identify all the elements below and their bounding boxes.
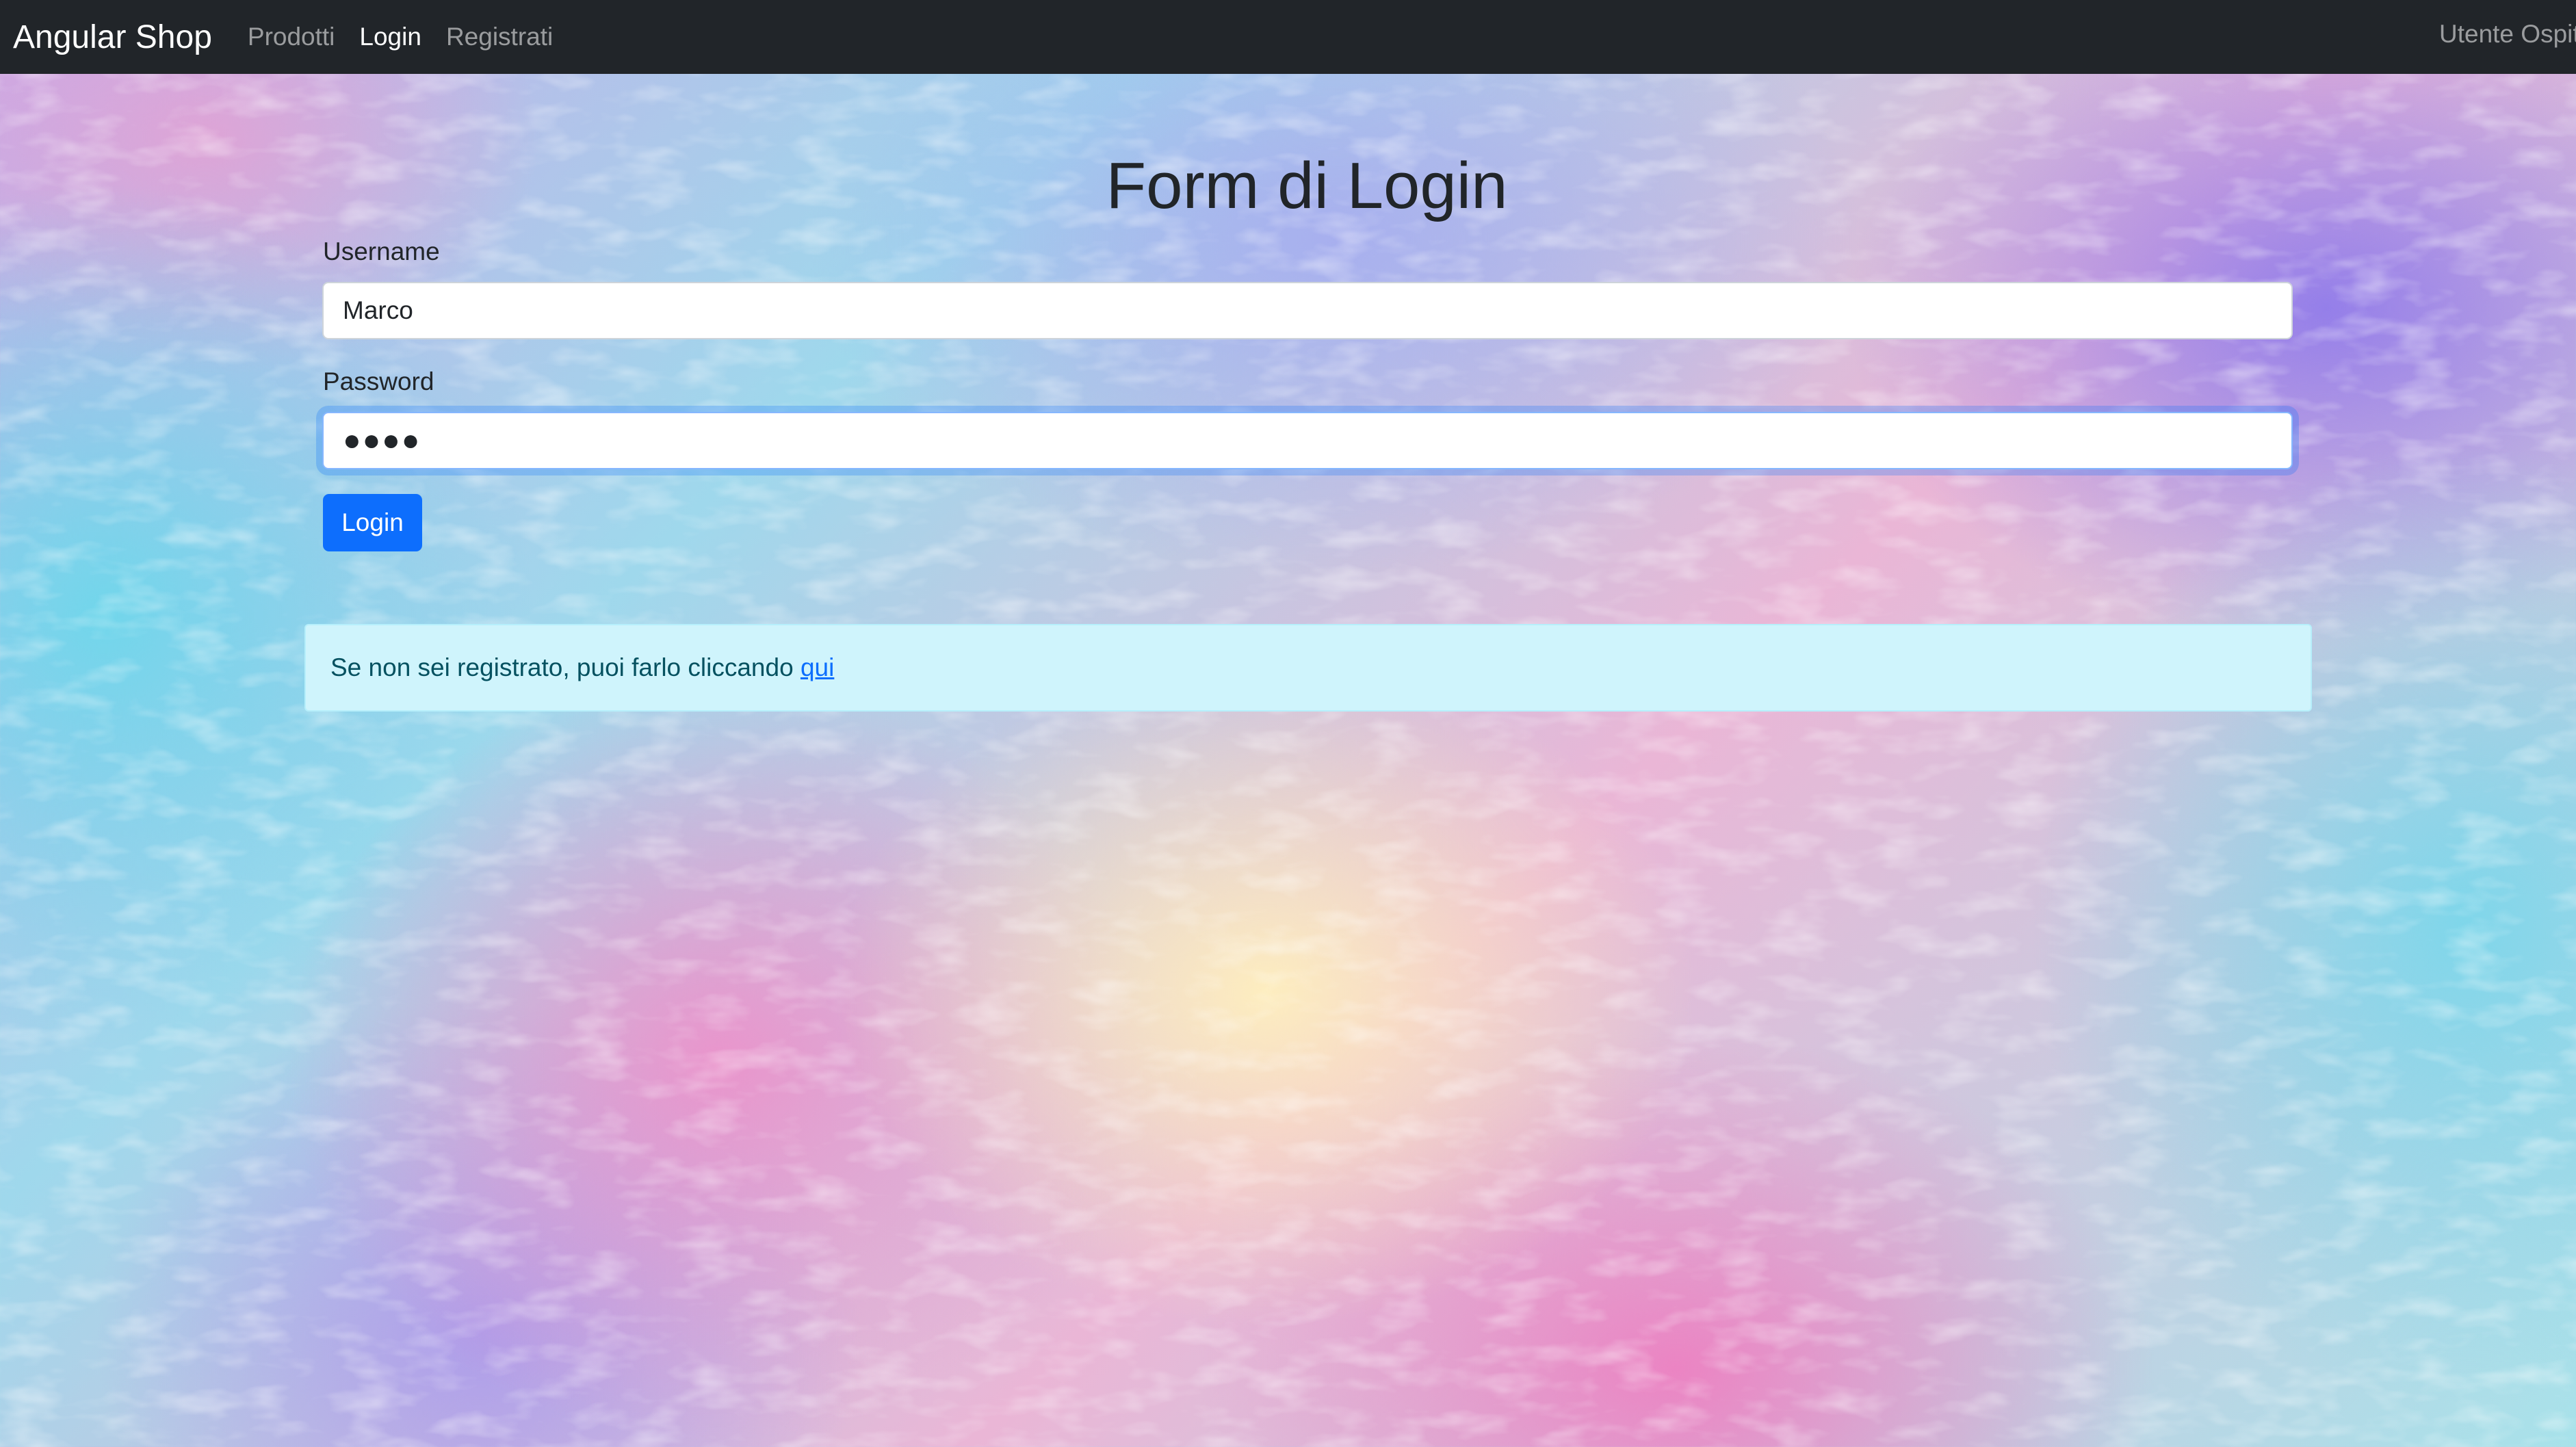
top-navbar: Angular Shop Prodotti Login Registrati U… [0, 0, 2576, 74]
username-input[interactable]: Marco [322, 282, 2293, 339]
nav-link-login[interactable]: Login [359, 23, 421, 51]
guest-user-label: Utente Ospite [2439, 20, 2576, 48]
password-input[interactable]: ●●●● [322, 412, 2293, 469]
login-button[interactable]: Login [323, 494, 422, 551]
register-info-alert: Se non sei registrato, puoi farlo clicca… [304, 624, 2312, 712]
password-label: Password [323, 367, 434, 395]
nav-link-registrati[interactable]: Registrati [446, 23, 553, 51]
register-link[interactable]: qui [801, 653, 834, 681]
username-value: Marco [343, 296, 413, 324]
alert-text: Se non sei registrato, puoi farlo clicca… [330, 653, 801, 681]
brand-link[interactable]: Angular Shop [13, 18, 212, 56]
username-label: Username [323, 237, 440, 265]
nav-link-prodotti[interactable]: Prodotti [248, 23, 335, 51]
page-title: Form di Login [1106, 149, 1508, 222]
password-masked-value: ●●●● [343, 423, 421, 457]
